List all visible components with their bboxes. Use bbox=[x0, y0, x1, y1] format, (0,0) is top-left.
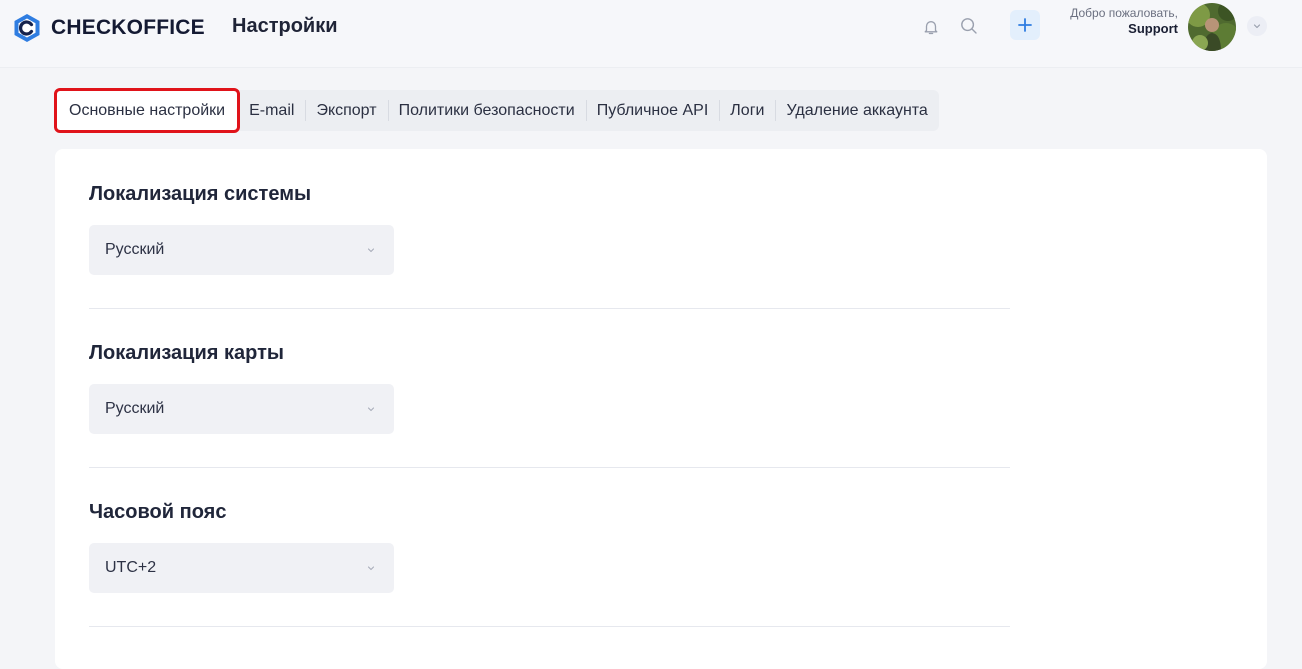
timezone-value: UTC+2 bbox=[105, 559, 157, 576]
plus-icon bbox=[1018, 18, 1032, 32]
system-locale-value: Русский bbox=[105, 241, 165, 258]
section-divider bbox=[89, 467, 1010, 468]
logo-icon bbox=[14, 14, 40, 42]
avatar[interactable] bbox=[1188, 3, 1236, 51]
tab-delete-account[interactable]: Удаление аккаунта bbox=[775, 90, 938, 131]
chevron-down-icon bbox=[1253, 24, 1261, 29]
section-divider bbox=[89, 308, 1010, 309]
tab-public-api[interactable]: Публичное API bbox=[585, 90, 720, 131]
timezone-section: Часовой пояс UTC+2 bbox=[89, 501, 1009, 593]
add-button[interactable] bbox=[1010, 10, 1040, 40]
avatar-image bbox=[1188, 3, 1236, 51]
user-greeting: Добро пожаловать, Support bbox=[1070, 6, 1178, 36]
system-locale-title: Локализация системы bbox=[89, 183, 312, 205]
chevron-down-icon bbox=[367, 566, 375, 571]
top-bar: CHECKOFFICE Настройки Добро пожаловать, … bbox=[0, 0, 1302, 68]
map-locale-select[interactable]: Русский bbox=[89, 384, 394, 434]
chevron-down-icon bbox=[367, 248, 375, 253]
timezone-title: Часовой пояс bbox=[89, 501, 227, 523]
map-locale-section: Локализация карты Русский bbox=[89, 342, 1009, 434]
bell-icon[interactable] bbox=[922, 18, 940, 36]
settings-card: Локализация системы Русский Локализация … bbox=[55, 149, 1267, 669]
tab-security-policies[interactable]: Политики безопасности bbox=[387, 90, 586, 131]
timezone-select[interactable]: UTC+2 bbox=[89, 543, 394, 593]
user-name: Support bbox=[1128, 21, 1178, 36]
map-locale-value: Русский bbox=[105, 400, 165, 417]
system-locale-section: Локализация системы Русский bbox=[89, 183, 1009, 275]
tab-email[interactable]: E-mail bbox=[238, 90, 305, 131]
tab-logs[interactable]: Логи bbox=[719, 90, 775, 131]
tab-export[interactable]: Экспорт bbox=[305, 90, 387, 131]
tab-general-settings[interactable]: Основные настройки bbox=[53, 88, 241, 133]
logo[interactable]: CHECKOFFICE bbox=[12, 13, 205, 43]
page-title: Настройки bbox=[232, 15, 338, 37]
welcome-text: Добро пожаловать, bbox=[1070, 6, 1178, 20]
chevron-down-icon bbox=[367, 407, 375, 412]
brand-name: CHECKOFFICE bbox=[51, 16, 205, 39]
map-locale-title: Локализация карты bbox=[89, 342, 284, 364]
settings-tabs: Основные настройки E-mail Экспорт Полити… bbox=[53, 88, 939, 133]
system-locale-select[interactable]: Русский bbox=[89, 225, 394, 275]
account-menu-toggle[interactable] bbox=[1247, 16, 1267, 36]
section-divider bbox=[89, 626, 1010, 627]
search-icon[interactable] bbox=[959, 16, 979, 36]
